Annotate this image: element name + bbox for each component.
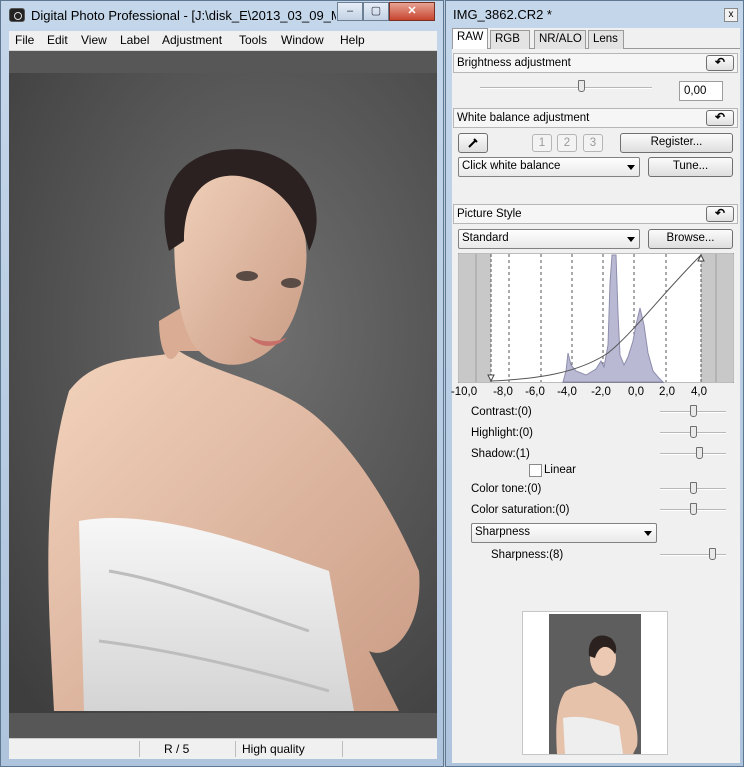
picture-style-section-header: Picture Style ↶ — [453, 204, 738, 224]
menu-window[interactable]: Window — [281, 33, 324, 47]
axis-tick: 4,0 — [691, 386, 707, 398]
brightness-section-header: Brightness adjustment ↶ — [453, 53, 738, 73]
main-window: Digital Photo Professional - [J:\disk_E\… — [0, 0, 444, 767]
sharpness-mode-select[interactable]: Sharpness — [471, 523, 657, 543]
eyedropper-button[interactable] — [458, 133, 488, 153]
color-tone-label: Color tone:(0) — [471, 483, 542, 495]
linear-label: Linear — [544, 464, 576, 476]
eyedropper-icon — [468, 138, 478, 148]
tab-raw[interactable]: RAW — [452, 28, 488, 49]
wb-slot-3-button[interactable]: 3 — [583, 134, 603, 152]
status-divider — [342, 741, 343, 757]
axis-tick: -6,0 — [525, 386, 545, 398]
chevron-down-icon — [627, 237, 635, 242]
menu-file[interactable]: File — [15, 33, 34, 47]
tone-curve-histogram[interactable] — [458, 253, 734, 383]
axis-tick: -8,0 — [493, 386, 513, 398]
tab-nr-alo[interactable]: NR/ALO — [534, 30, 586, 49]
thumbnail-photo — [549, 614, 641, 754]
status-frame-counter: R / 5 — [164, 742, 190, 756]
brightness-value-input[interactable]: 0,00 — [679, 81, 723, 101]
brightness-slider-thumb[interactable] — [578, 80, 585, 92]
chevron-down-icon — [644, 531, 652, 536]
curve-axis-labels: -10,0 -8,0 -6,0 -4,0 -2,0 0,0 2,0 4,0 — [451, 386, 734, 400]
sharpness-slider-thumb[interactable] — [709, 548, 716, 560]
minimize-button[interactable]: – — [337, 2, 363, 21]
tool-palette-body: RAW RGB NR/ALO Lens Brightness adjustmen… — [451, 28, 740, 763]
shadow-label: Shadow:(1) — [471, 448, 530, 460]
camera-app-icon — [9, 8, 25, 22]
axis-tick: 0,0 — [628, 386, 644, 398]
menu-tools[interactable]: Tools — [239, 33, 267, 47]
picture-style-reset-button[interactable]: ↶ — [706, 206, 734, 222]
tool-palette-window: IMG_3862.CR2 * x RAW RGB NR/ALO Lens Bri… — [445, 0, 744, 767]
portrait-photo — [9, 51, 437, 738]
tab-lens[interactable]: Lens — [588, 30, 624, 49]
maximize-button[interactable]: ▢ — [363, 2, 389, 21]
menu-adjustment[interactable]: Adjustment — [162, 33, 222, 47]
highlight-slider-thumb[interactable] — [690, 426, 697, 438]
wb-mode-select[interactable]: Click white balance — [458, 157, 640, 177]
menu-help[interactable]: Help — [340, 33, 365, 47]
linear-checkbox[interactable] — [529, 464, 542, 477]
tool-palette-close-button[interactable]: x — [724, 8, 738, 22]
shadow-slider-track[interactable] — [660, 453, 726, 455]
photo-preview[interactable] — [9, 51, 437, 738]
axis-tick: -10,0 — [450, 386, 478, 398]
brightness-slider-track[interactable] — [480, 87, 652, 89]
close-button[interactable]: ✕ — [389, 2, 435, 21]
white-balance-title: White balance adjustment — [457, 112, 590, 124]
status-bar: R / 5 High quality — [9, 738, 437, 759]
sharpness-mode-value: Sharpness — [475, 526, 530, 538]
wb-slot-2-button[interactable]: 2 — [557, 134, 577, 152]
picture-style-value: Standard — [462, 232, 509, 244]
chevron-down-icon — [627, 165, 635, 170]
status-quality: High quality — [242, 742, 305, 756]
white-balance-reset-button[interactable]: ↶ — [706, 110, 734, 126]
status-divider — [139, 741, 140, 757]
navigator-thumbnail[interactable] — [522, 611, 668, 755]
contrast-label: Contrast:(0) — [471, 406, 532, 418]
color-tone-slider-thumb[interactable] — [690, 482, 697, 494]
picture-style-title: Picture Style — [457, 208, 522, 220]
wb-slot-1-button[interactable]: 1 — [532, 134, 552, 152]
white-balance-section-header: White balance adjustment ↶ — [453, 108, 738, 128]
axis-tick: -4,0 — [557, 386, 577, 398]
tab-rgb[interactable]: RGB — [490, 30, 530, 49]
brightness-reset-button[interactable]: ↶ — [706, 55, 734, 71]
color-saturation-slider-thumb[interactable] — [690, 503, 697, 515]
axis-tick: 2,0 — [659, 386, 675, 398]
color-saturation-label: Color saturation:(0) — [471, 504, 570, 516]
brightness-title: Brightness adjustment — [457, 57, 571, 69]
main-window-title: Digital Photo Professional - [J:\disk_E\… — [31, 8, 336, 23]
wb-mode-value: Click white balance — [462, 160, 561, 172]
wb-register-button[interactable]: Register... — [620, 133, 733, 153]
picture-style-select[interactable]: Standard — [458, 229, 640, 249]
highlight-label: Highlight:(0) — [471, 427, 533, 439]
main-title-bar[interactable]: Digital Photo Professional - [J:\disk_E\… — [1, 1, 443, 31]
wb-tune-button[interactable]: Tune... — [648, 157, 733, 177]
menu-view[interactable]: View — [81, 33, 107, 47]
sharpness-label: Sharpness:(8) — [491, 549, 564, 561]
tool-palette-title: IMG_3862.CR2 * — [453, 7, 552, 22]
menu-bar: File Edit View Label Adjustment Tools Wi… — [9, 31, 437, 51]
thumbnail-image — [549, 614, 641, 754]
menu-edit[interactable]: Edit — [47, 33, 68, 47]
sharpness-slider-track[interactable] — [660, 554, 726, 556]
menu-label[interactable]: Label — [120, 33, 149, 47]
status-divider — [235, 741, 236, 757]
axis-tick: -2,0 — [591, 386, 611, 398]
picture-style-browse-button[interactable]: Browse... — [648, 229, 733, 249]
contrast-slider-thumb[interactable] — [690, 405, 697, 417]
shadow-slider-thumb[interactable] — [696, 447, 703, 459]
